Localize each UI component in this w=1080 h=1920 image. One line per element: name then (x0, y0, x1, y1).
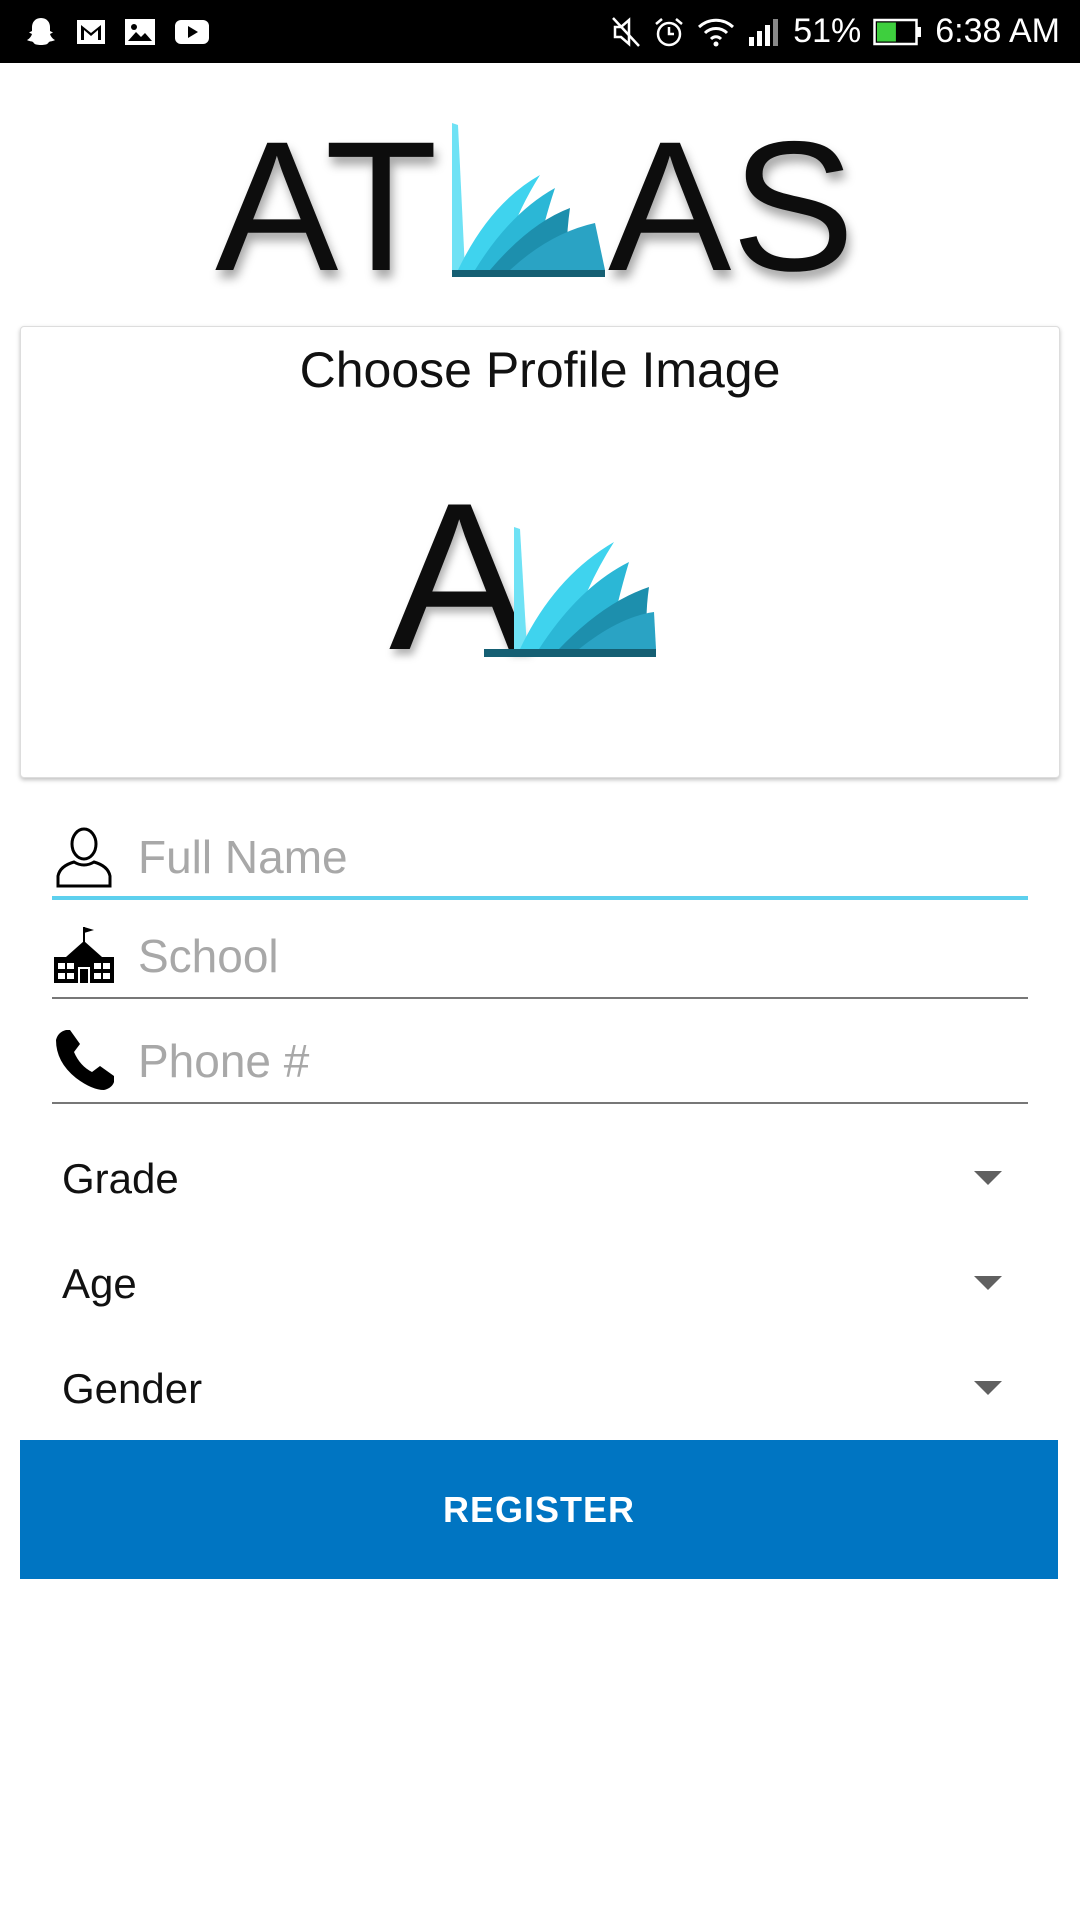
gmail-icon (76, 19, 106, 45)
battery-icon (873, 18, 923, 46)
school-underline (52, 997, 1028, 999)
school-input[interactable] (138, 921, 1018, 991)
clock-time: 6:38 AM (935, 12, 1060, 50)
full-name-input[interactable] (138, 822, 1018, 892)
age-label: Age (62, 1260, 137, 1307)
status-bar: 51% 6:38 AM (0, 0, 1080, 63)
gallery-icon (124, 18, 156, 46)
mute-icon (611, 16, 641, 48)
choose-profile-image-title: Choose Profile Image (299, 342, 781, 398)
full-name-field[interactable] (52, 805, 1028, 900)
grade-label: Grade (62, 1155, 179, 1202)
logo-book-icon (452, 123, 605, 277)
system-icons: 51% 6:38 AM (611, 0, 1060, 63)
phone-input[interactable] (138, 1026, 1018, 1096)
atlas-logo: AT AS (80, 63, 1000, 328)
wifi-icon (697, 17, 735, 47)
snapchat-icon (24, 15, 58, 49)
age-dropdown[interactable]: Age (62, 1249, 1002, 1319)
signal-icon (747, 17, 781, 47)
school-field[interactable] (52, 904, 1028, 999)
school-icon (52, 923, 116, 987)
logo-text-right: AS (608, 104, 855, 310)
phone-field[interactable] (52, 1009, 1028, 1104)
chevron-down-icon (974, 1171, 1002, 1185)
profile-image-card[interactable]: Choose Profile Image A (20, 326, 1060, 778)
person-icon (52, 824, 116, 888)
profile-image-placeholder[interactable]: A (364, 407, 744, 707)
alarm-icon (653, 16, 685, 48)
phone-icon (52, 1028, 116, 1092)
youtube-icon (174, 18, 210, 46)
register-button[interactable]: REGISTER (20, 1440, 1058, 1579)
gender-label: Gender (62, 1365, 203, 1412)
notification-icons (24, 0, 210, 63)
phone-underline (52, 1102, 1028, 1104)
chevron-down-icon (974, 1276, 1002, 1290)
gender-dropdown[interactable]: Gender (62, 1354, 1002, 1424)
chevron-down-icon (974, 1381, 1002, 1395)
profile-image-letter: A (389, 459, 529, 694)
grade-dropdown[interactable]: Grade (62, 1144, 1002, 1214)
battery-percent: 51% (793, 12, 862, 50)
full-name-underline (52, 896, 1028, 900)
logo-text-left: AT (215, 104, 438, 310)
